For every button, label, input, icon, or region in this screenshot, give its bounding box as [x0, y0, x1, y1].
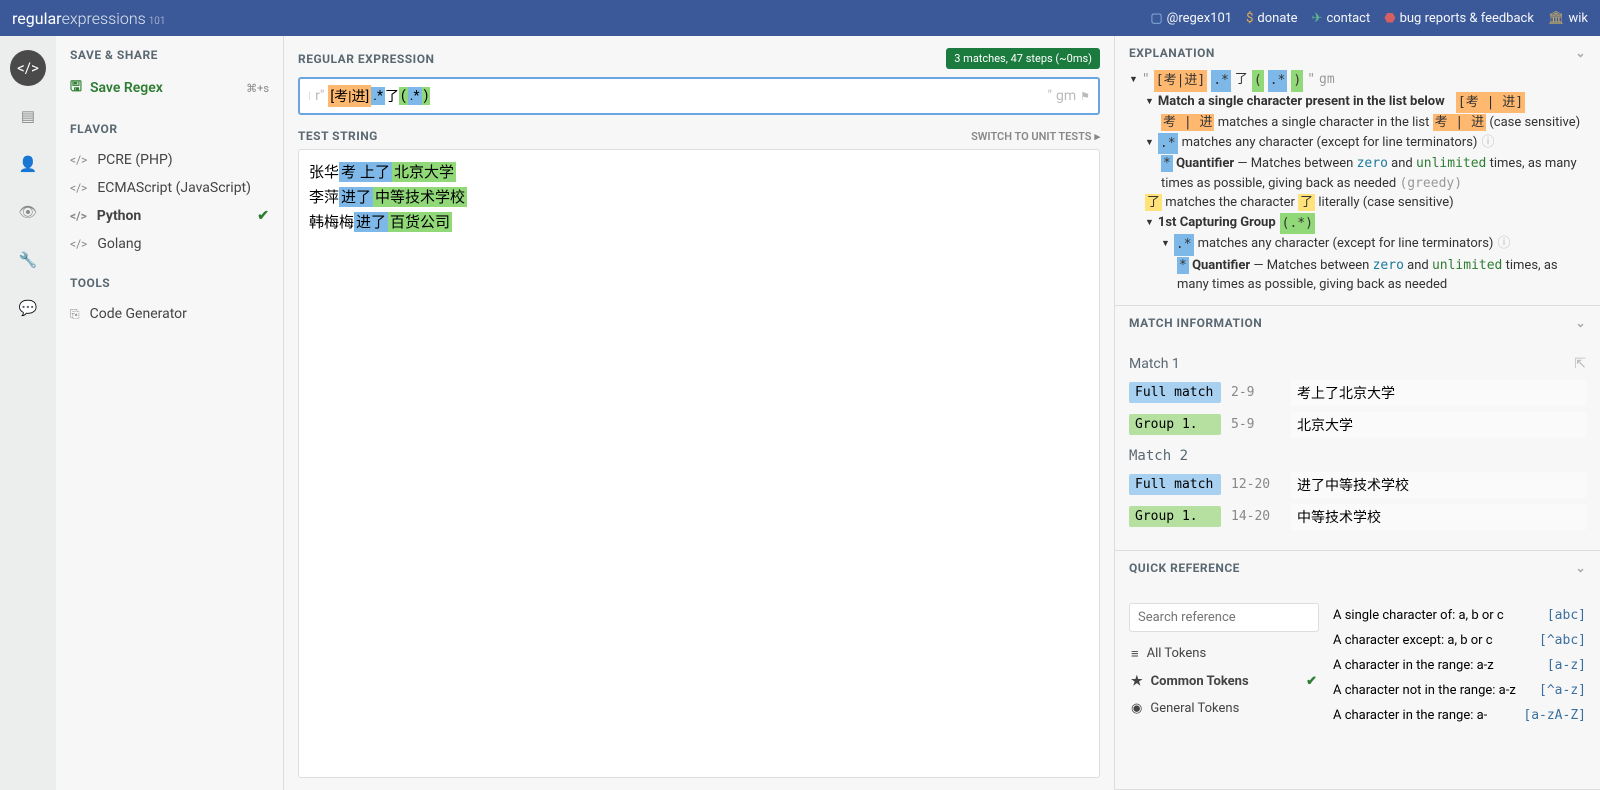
wiki-link[interactable]: 🏛wik	[1548, 11, 1588, 26]
icon-rail: </> ▤ 👤 👁 🔧 💬	[0, 36, 56, 790]
match-row: Group 1.5-9北京大学	[1129, 412, 1586, 438]
match-row: Full match2-9考上了北京大学	[1129, 380, 1586, 406]
code-icon: </>	[70, 237, 87, 251]
qr-cat-all[interactable]: ≡All Tokens	[1129, 640, 1319, 668]
chevron-down-icon[interactable]: ⌄	[1575, 316, 1586, 330]
dot-icon: ◉	[1131, 701, 1142, 716]
rail-chat-icon[interactable]: 💬	[10, 290, 46, 326]
flavor-golang[interactable]: </>Golang	[70, 230, 269, 258]
logo[interactable]: regularexpressions101	[12, 9, 165, 28]
chevron-right-icon: ▸	[1094, 130, 1100, 143]
header: regularexpressions101 ▢@regex101 $donate…	[0, 0, 1600, 36]
delim-right: "	[1048, 88, 1052, 104]
codegen-icon: ⎘	[70, 307, 80, 322]
caret-icon[interactable]: ▼	[1145, 96, 1154, 110]
tools-title: TOOLS	[70, 276, 269, 290]
flavor-ecmascript[interactable]: </>ECMAScript (JavaScript)	[70, 174, 269, 202]
save-icon: 🖫	[70, 76, 82, 100]
caret-icon[interactable]: ▼	[1145, 217, 1154, 231]
quickref-title: QUICK REFERENCE	[1129, 561, 1240, 575]
contact-link[interactable]: ✈contact	[1312, 11, 1371, 26]
regex-title: REGULAR EXPRESSION	[298, 52, 434, 66]
save-kbd: ⌘+s	[246, 82, 269, 95]
help-icon[interactable]: ⓘ	[1481, 133, 1494, 153]
editor: REGULAR EXPRESSION 3 matches, 47 steps (…	[284, 36, 1115, 790]
quickref-search-input[interactable]	[1129, 603, 1319, 632]
bugs-link[interactable]: ⬣bug reports & feedback	[1384, 11, 1534, 26]
logo-bold: regular	[12, 9, 62, 28]
stack-icon: ≡	[1131, 646, 1139, 662]
save-share-title: SAVE & SHARE	[70, 48, 269, 62]
check-icon: ✔	[1306, 674, 1317, 689]
rail-settings-icon[interactable]: 🔧	[10, 242, 46, 278]
check-icon: ✔	[257, 208, 269, 224]
chevron-down-icon[interactable]: ⌄	[1575, 46, 1586, 60]
chevron-down-icon[interactable]: ⌄	[1575, 561, 1586, 575]
flavor-pcre[interactable]: </>PCRE (PHP)	[70, 146, 269, 174]
explanation-title: EXPLANATION	[1129, 46, 1215, 60]
star-icon: ★	[1131, 674, 1143, 689]
logo-sub: 101	[149, 16, 166, 27]
bug-icon: ⬣	[1384, 11, 1395, 26]
donate-link[interactable]: $donate	[1246, 11, 1297, 26]
rail-account-icon[interactable]: 👤	[10, 146, 46, 182]
test-string-input[interactable]: 张华考上了北京大学 李萍进了中等技术学校 韩梅梅进了百货公司	[298, 149, 1100, 778]
match-row: Full match12-20进了中等技术学校	[1129, 472, 1586, 498]
send-icon: ✈	[1312, 11, 1323, 26]
code-icon: </>	[70, 153, 87, 167]
rail-library-icon[interactable]: ▤	[10, 98, 46, 134]
rail-livehelp-icon[interactable]: 👁	[10, 194, 46, 230]
qr-item[interactable]: A character in the range: a-[a-zA-Z]	[1333, 703, 1586, 728]
qr-cat-general[interactable]: ◉General Tokens	[1129, 695, 1319, 722]
help-icon[interactable]: ⓘ	[1497, 234, 1510, 254]
twitter-link[interactable]: ▢@regex101	[1150, 11, 1232, 26]
header-links: ▢@regex101 $donate ✈contact ⬣bug reports…	[1150, 11, 1588, 26]
qr-item[interactable]: A single character of: a, b or c[abc]	[1333, 603, 1586, 628]
regex-content[interactable]: [考|进].*了(.*)	[328, 85, 1047, 107]
caret-icon[interactable]: ▼	[1129, 74, 1138, 88]
flag-icon[interactable]: ⚑	[1080, 90, 1090, 103]
delim-left: r"	[315, 88, 324, 104]
explanation-body: ▼" [考|进].*了(.*) "gm ▼Match a single char…	[1115, 70, 1600, 305]
regex-input[interactable]: ⁞ r" [考|进].*了(.*) " gm ⚑	[298, 77, 1100, 115]
logo-thin: expressions	[62, 9, 146, 28]
dollar-icon: $	[1246, 11, 1253, 26]
flavor-title: FLAVOR	[70, 122, 269, 136]
switch-unit-tests[interactable]: SWITCH TO UNIT TESTS▸	[971, 130, 1100, 143]
main: </> ▤ 👤 👁 🔧 💬 SAVE & SHARE 🖫Save Regex ⌘…	[0, 36, 1600, 790]
flavor-python[interactable]: </>Python✔	[70, 202, 269, 230]
flags-text[interactable]: gm	[1056, 88, 1076, 104]
code-icon: </>	[70, 209, 87, 223]
match-row: Group 1.14-20中等技术学校	[1129, 504, 1586, 530]
test-title: TEST STRING	[298, 129, 378, 143]
qr-item[interactable]: A character in the range: a-z[a-z]	[1333, 653, 1586, 678]
code-generator[interactable]: ⎘Code Generator	[70, 300, 269, 328]
caret-icon[interactable]: ▼	[1161, 238, 1170, 252]
caret-icon[interactable]: ▼	[1145, 137, 1154, 151]
qr-item[interactable]: A character except: a, b or c[^abc]	[1333, 628, 1586, 653]
rail-editor-icon[interactable]: </>	[10, 50, 46, 86]
twitter-icon: ▢	[1150, 11, 1162, 26]
right-panel: EXPLANATION ⌄ ▼" [考|进].*了(.*) "gm ▼Match…	[1115, 36, 1600, 790]
match-info-title: MATCH INFORMATION	[1129, 316, 1262, 330]
sidebar: SAVE & SHARE 🖫Save Regex ⌘+s FLAVOR </>P…	[56, 36, 284, 790]
stats-badge: 3 matches, 47 steps (~0ms)	[946, 48, 1100, 69]
qr-item[interactable]: A character not in the range: a-z[^a-z]	[1333, 678, 1586, 703]
wiki-icon: 🏛	[1548, 11, 1565, 26]
match-body: Match 1⇱ Full match2-9考上了北京大学 Group 1.5-…	[1115, 340, 1600, 550]
export-icon[interactable]: ⇱	[1574, 356, 1586, 372]
code-icon: </>	[70, 181, 87, 195]
save-regex-button[interactable]: 🖫Save Regex ⌘+s	[70, 72, 269, 104]
qr-cat-common[interactable]: ★Common Tokens✔	[1129, 668, 1319, 695]
